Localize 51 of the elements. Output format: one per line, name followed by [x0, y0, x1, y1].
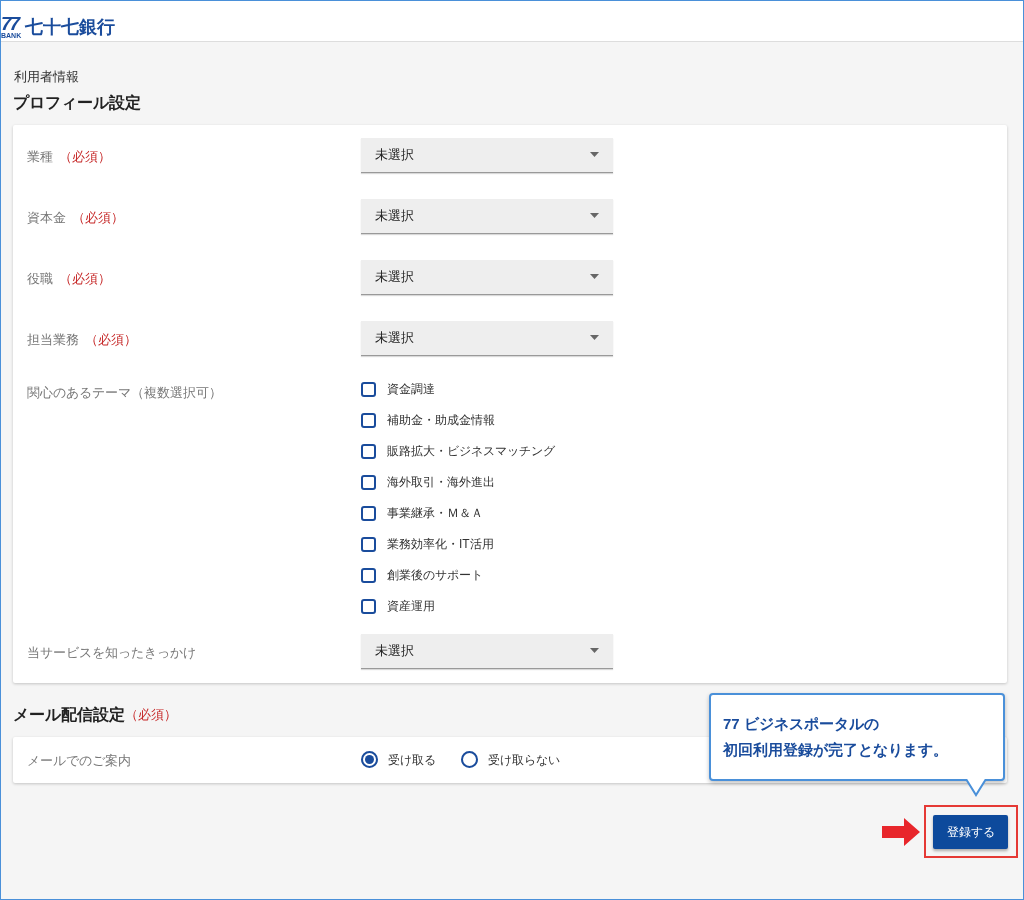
- checkbox-label: 海外取引・海外進出: [387, 474, 495, 491]
- field-label: 資本金: [27, 208, 66, 227]
- radio-label: 受け取る: [388, 751, 436, 769]
- section-title: メール配信設定: [13, 704, 125, 725]
- checkbox-label: 資金調達: [387, 381, 435, 398]
- logo-mark: 77: [1, 15, 19, 32]
- checkbox-label: 資産運用: [387, 598, 435, 615]
- radio-button[interactable]: [361, 751, 378, 768]
- required-mark: （必須）: [59, 269, 111, 288]
- checkbox[interactable]: [361, 536, 376, 552]
- required-mark: （必須）: [125, 705, 177, 724]
- checkbox-label: 創業後のサポート: [387, 567, 483, 584]
- field-label: 役職: [27, 269, 53, 288]
- radio-button[interactable]: [461, 751, 478, 768]
- checkbox[interactable]: [361, 381, 376, 397]
- caret-icon: [590, 274, 599, 279]
- arrow-icon: [882, 818, 920, 846]
- field-label: メールでのご案内: [27, 752, 131, 768]
- caret-icon: [590, 152, 599, 157]
- caret-icon: [590, 648, 599, 653]
- caret-icon: [590, 213, 599, 218]
- checkbox-label: 補助金・助成金情報: [387, 412, 495, 429]
- checkbox-label: 販路拡大・ビジネスマッチング: [387, 443, 555, 460]
- field-label: 関心のあるテーマ（複数選択可）: [27, 383, 222, 402]
- checkbox-label: 事業継承・Ｍ＆Ａ: [387, 505, 483, 522]
- checkbox-label: 業務効率化・IT活用: [387, 536, 494, 553]
- checkbox[interactable]: [361, 412, 376, 428]
- page-title: プロフィール設定: [13, 92, 142, 113]
- field-label: 担当業務: [27, 330, 79, 349]
- select-dropdown[interactable]: 未選択: [361, 137, 613, 173]
- callout-text: 77 ビジネスポータルの: [723, 715, 880, 733]
- checkbox[interactable]: [361, 598, 376, 614]
- checkbox[interactable]: [361, 505, 376, 521]
- select-dropdown[interactable]: 未選択: [361, 259, 613, 295]
- required-mark: （必須）: [85, 330, 137, 349]
- callout-text: 初回利用登録が完了となります。: [723, 741, 949, 759]
- required-mark: （必須）: [59, 147, 111, 166]
- required-mark: （必須）: [72, 208, 124, 227]
- select-dropdown[interactable]: 未選択: [361, 633, 613, 669]
- field-label: 業種: [27, 147, 53, 166]
- field-label: 当サービスを知ったきっかけ: [27, 643, 196, 662]
- radio-label: 受け取らない: [488, 751, 560, 769]
- checkbox[interactable]: [361, 443, 376, 459]
- bank-logo-text: 七十七銀行: [25, 16, 116, 38]
- select-dropdown[interactable]: 未選択: [361, 198, 613, 234]
- caret-icon: [590, 335, 599, 340]
- register-button[interactable]: 登録する: [933, 815, 1008, 849]
- checkbox[interactable]: [361, 567, 376, 583]
- checkbox[interactable]: [361, 474, 376, 490]
- breadcrumb: 利用者情報: [14, 68, 80, 86]
- select-dropdown[interactable]: 未選択: [361, 320, 613, 356]
